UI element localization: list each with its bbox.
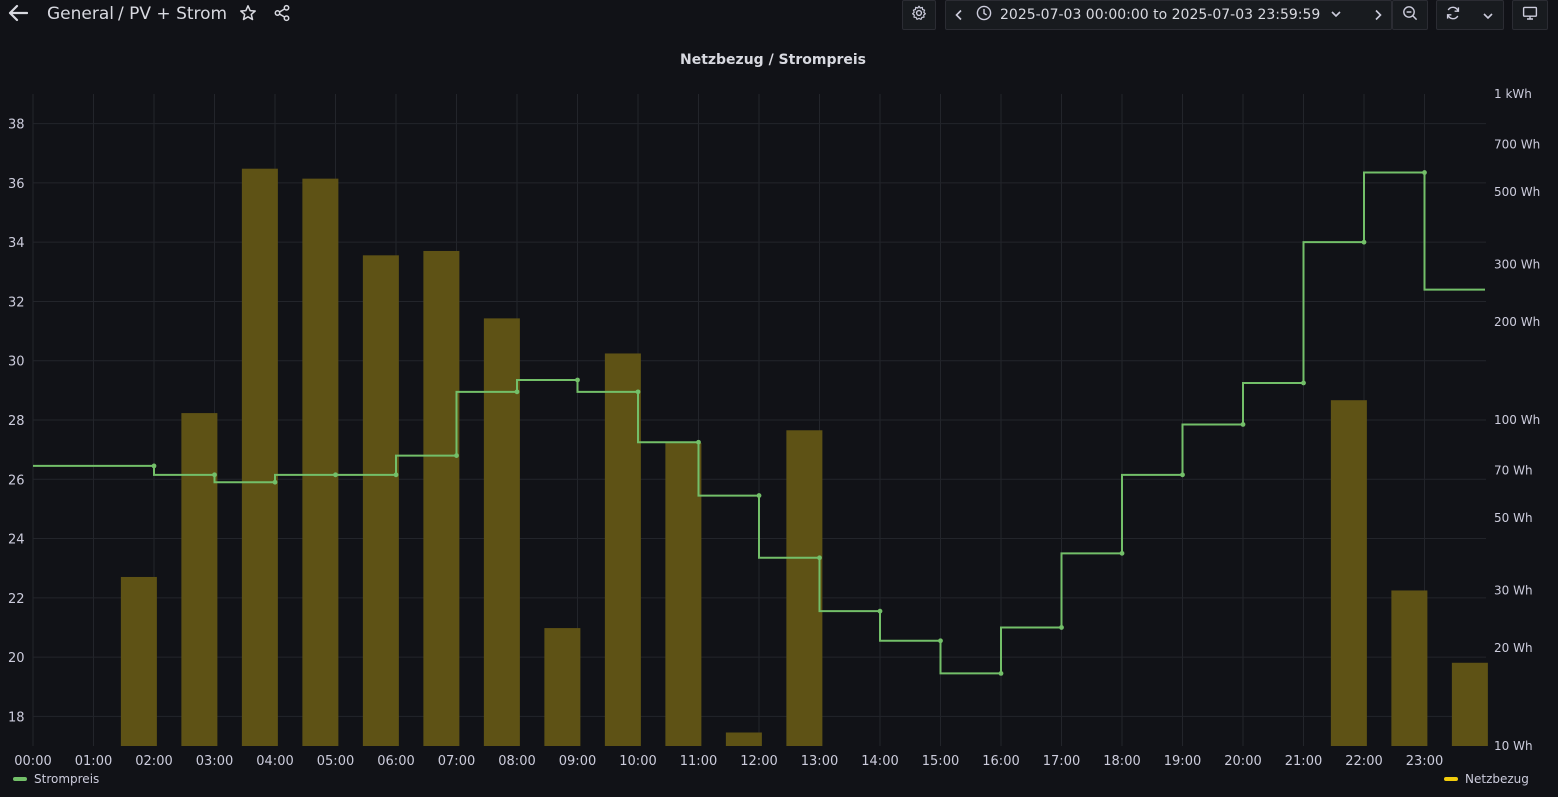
netzbezug-bar	[483, 318, 520, 746]
strompreis-point	[151, 463, 157, 469]
x-tick-label: 15:00	[922, 754, 959, 769]
netzbezug-bar	[725, 732, 762, 746]
legend-label-strompreis: Strompreis	[34, 772, 100, 786]
netzbezug-bar	[665, 443, 702, 746]
netzbezug-bar	[1391, 590, 1428, 746]
x-tick-label: 11:00	[680, 754, 717, 769]
strompreis-point	[1240, 422, 1246, 427]
strompreis-point	[393, 472, 399, 478]
y-left-tick-label: 32	[8, 295, 25, 310]
x-tick-label: 19:00	[1164, 754, 1201, 769]
strompreis-point	[756, 493, 762, 498]
y-left-tick-label: 18	[8, 710, 25, 725]
y-right-tick-label: 200 Wh	[1494, 315, 1540, 329]
netzbezug-bar	[544, 628, 581, 746]
strompreis-point	[1180, 472, 1185, 478]
y-left-tick-label: 20	[8, 651, 25, 666]
netzbezug-bar	[1330, 400, 1367, 746]
strompreis-point	[817, 555, 822, 561]
x-tick-label: 10:00	[619, 754, 656, 769]
strompreis-point	[333, 472, 338, 478]
y-left-tick-label: 36	[8, 177, 25, 192]
strompreis-point	[635, 389, 641, 395]
x-tick-label: 06:00	[377, 754, 414, 769]
y-right-tick-label: 70 Wh	[1494, 463, 1533, 477]
x-tick-label: 01:00	[75, 754, 112, 769]
y-right-tick-label: 20 Wh	[1494, 641, 1533, 655]
y-right-tick-label: 700 Wh	[1494, 137, 1540, 151]
strompreis-point	[1059, 625, 1064, 630]
x-tick-label: 16:00	[982, 754, 1019, 769]
x-tick-label: 23:00	[1406, 754, 1443, 769]
strompreis-point	[998, 670, 1004, 676]
netzbezug-bar	[362, 255, 399, 746]
x-tick-label: 02:00	[135, 754, 172, 769]
left-axis-ticks: 18 20 22 24 26 28 30 32 34 36 38	[8, 118, 25, 726]
legend-item-strompreis[interactable]: Strompreis	[13, 772, 99, 786]
netzbezug-bar	[241, 168, 278, 746]
right-axis-ticks: 10 Wh 20 Wh 30 Wh 50 Wh 70 Wh 100 Wh 200 Wh 300…	[1494, 87, 1540, 753]
netzbezug-bar	[1451, 662, 1488, 746]
x-axis-ticks: 00:00 01:00 02:00 03:00 04:00 05:00 06:00 07:00…	[14, 754, 1443, 769]
y-right-tick-label: 50 Wh	[1494, 511, 1533, 525]
legend-swatch-netzbezug	[1444, 777, 1458, 781]
strompreis-point	[454, 453, 459, 458]
x-tick-label: 22:00	[1345, 754, 1382, 769]
netzbezug-bar	[604, 353, 641, 746]
netzbezug-bar	[423, 250, 460, 746]
strompreis-point	[1119, 550, 1125, 556]
y-left-tick-label: 30	[8, 355, 25, 370]
x-tick-label: 04:00	[256, 754, 293, 769]
legend-label-netzbezug: Netzbezug	[1465, 772, 1529, 786]
y-left-tick-label: 38	[8, 118, 25, 133]
strompreis-point	[1361, 239, 1367, 245]
netzbezug-bars	[120, 168, 1488, 746]
x-tick-label: 09:00	[559, 754, 596, 769]
strompreis-point	[272, 479, 278, 485]
x-tick-label: 12:00	[740, 754, 777, 769]
strompreis-point	[1301, 380, 1306, 386]
y-right-tick-label: 500 Wh	[1494, 185, 1540, 199]
legend-swatch-strompreis	[13, 777, 27, 781]
x-tick-label: 05:00	[317, 754, 354, 769]
y-right-tick-label: 10 Wh	[1494, 739, 1533, 753]
chart-area: 18 20 22 24 26 28 30 32 34 36 38 10 Wh 20 Wh 30 Wh 50…	[8, 87, 1540, 769]
x-tick-label: 08:00	[498, 754, 535, 769]
y-right-tick-label: 30 Wh	[1494, 583, 1533, 597]
x-tick-label: 03:00	[196, 754, 233, 769]
x-tick-label: 14:00	[861, 754, 898, 769]
netzbezug-bar	[120, 576, 157, 746]
x-tick-label: 18:00	[1103, 754, 1140, 769]
y-left-tick-label: 28	[8, 414, 25, 429]
y-left-tick-label: 24	[8, 533, 25, 548]
netzbezug-bar	[181, 413, 218, 746]
x-tick-label: 17:00	[1043, 754, 1080, 769]
y-left-tick-label: 34	[8, 236, 25, 251]
legend-item-netzbezug[interactable]: Netzbezug	[1444, 772, 1529, 786]
y-left-tick-label: 26	[8, 473, 25, 488]
y-right-tick-label: 1 kWh	[1494, 87, 1532, 101]
y-left-tick-label: 22	[8, 592, 25, 607]
strompreis-point	[575, 377, 580, 383]
netzbezug-bar	[786, 430, 823, 746]
x-tick-label: 00:00	[14, 754, 51, 769]
strompreis-point	[212, 472, 217, 478]
strompreis-point	[1422, 170, 1427, 175]
x-tick-label: 21:00	[1285, 754, 1322, 769]
x-tick-label: 07:00	[438, 754, 475, 769]
x-tick-label: 13:00	[801, 754, 838, 769]
netzbezug-bar	[302, 178, 339, 746]
strompreis-point	[877, 608, 883, 614]
strompreis-point	[696, 439, 701, 445]
strompreis-point	[938, 638, 943, 644]
strompreis-point	[514, 389, 520, 395]
y-right-tick-label: 100 Wh	[1494, 413, 1540, 427]
x-tick-label: 20:00	[1224, 754, 1261, 769]
y-right-tick-label: 300 Wh	[1494, 257, 1540, 271]
